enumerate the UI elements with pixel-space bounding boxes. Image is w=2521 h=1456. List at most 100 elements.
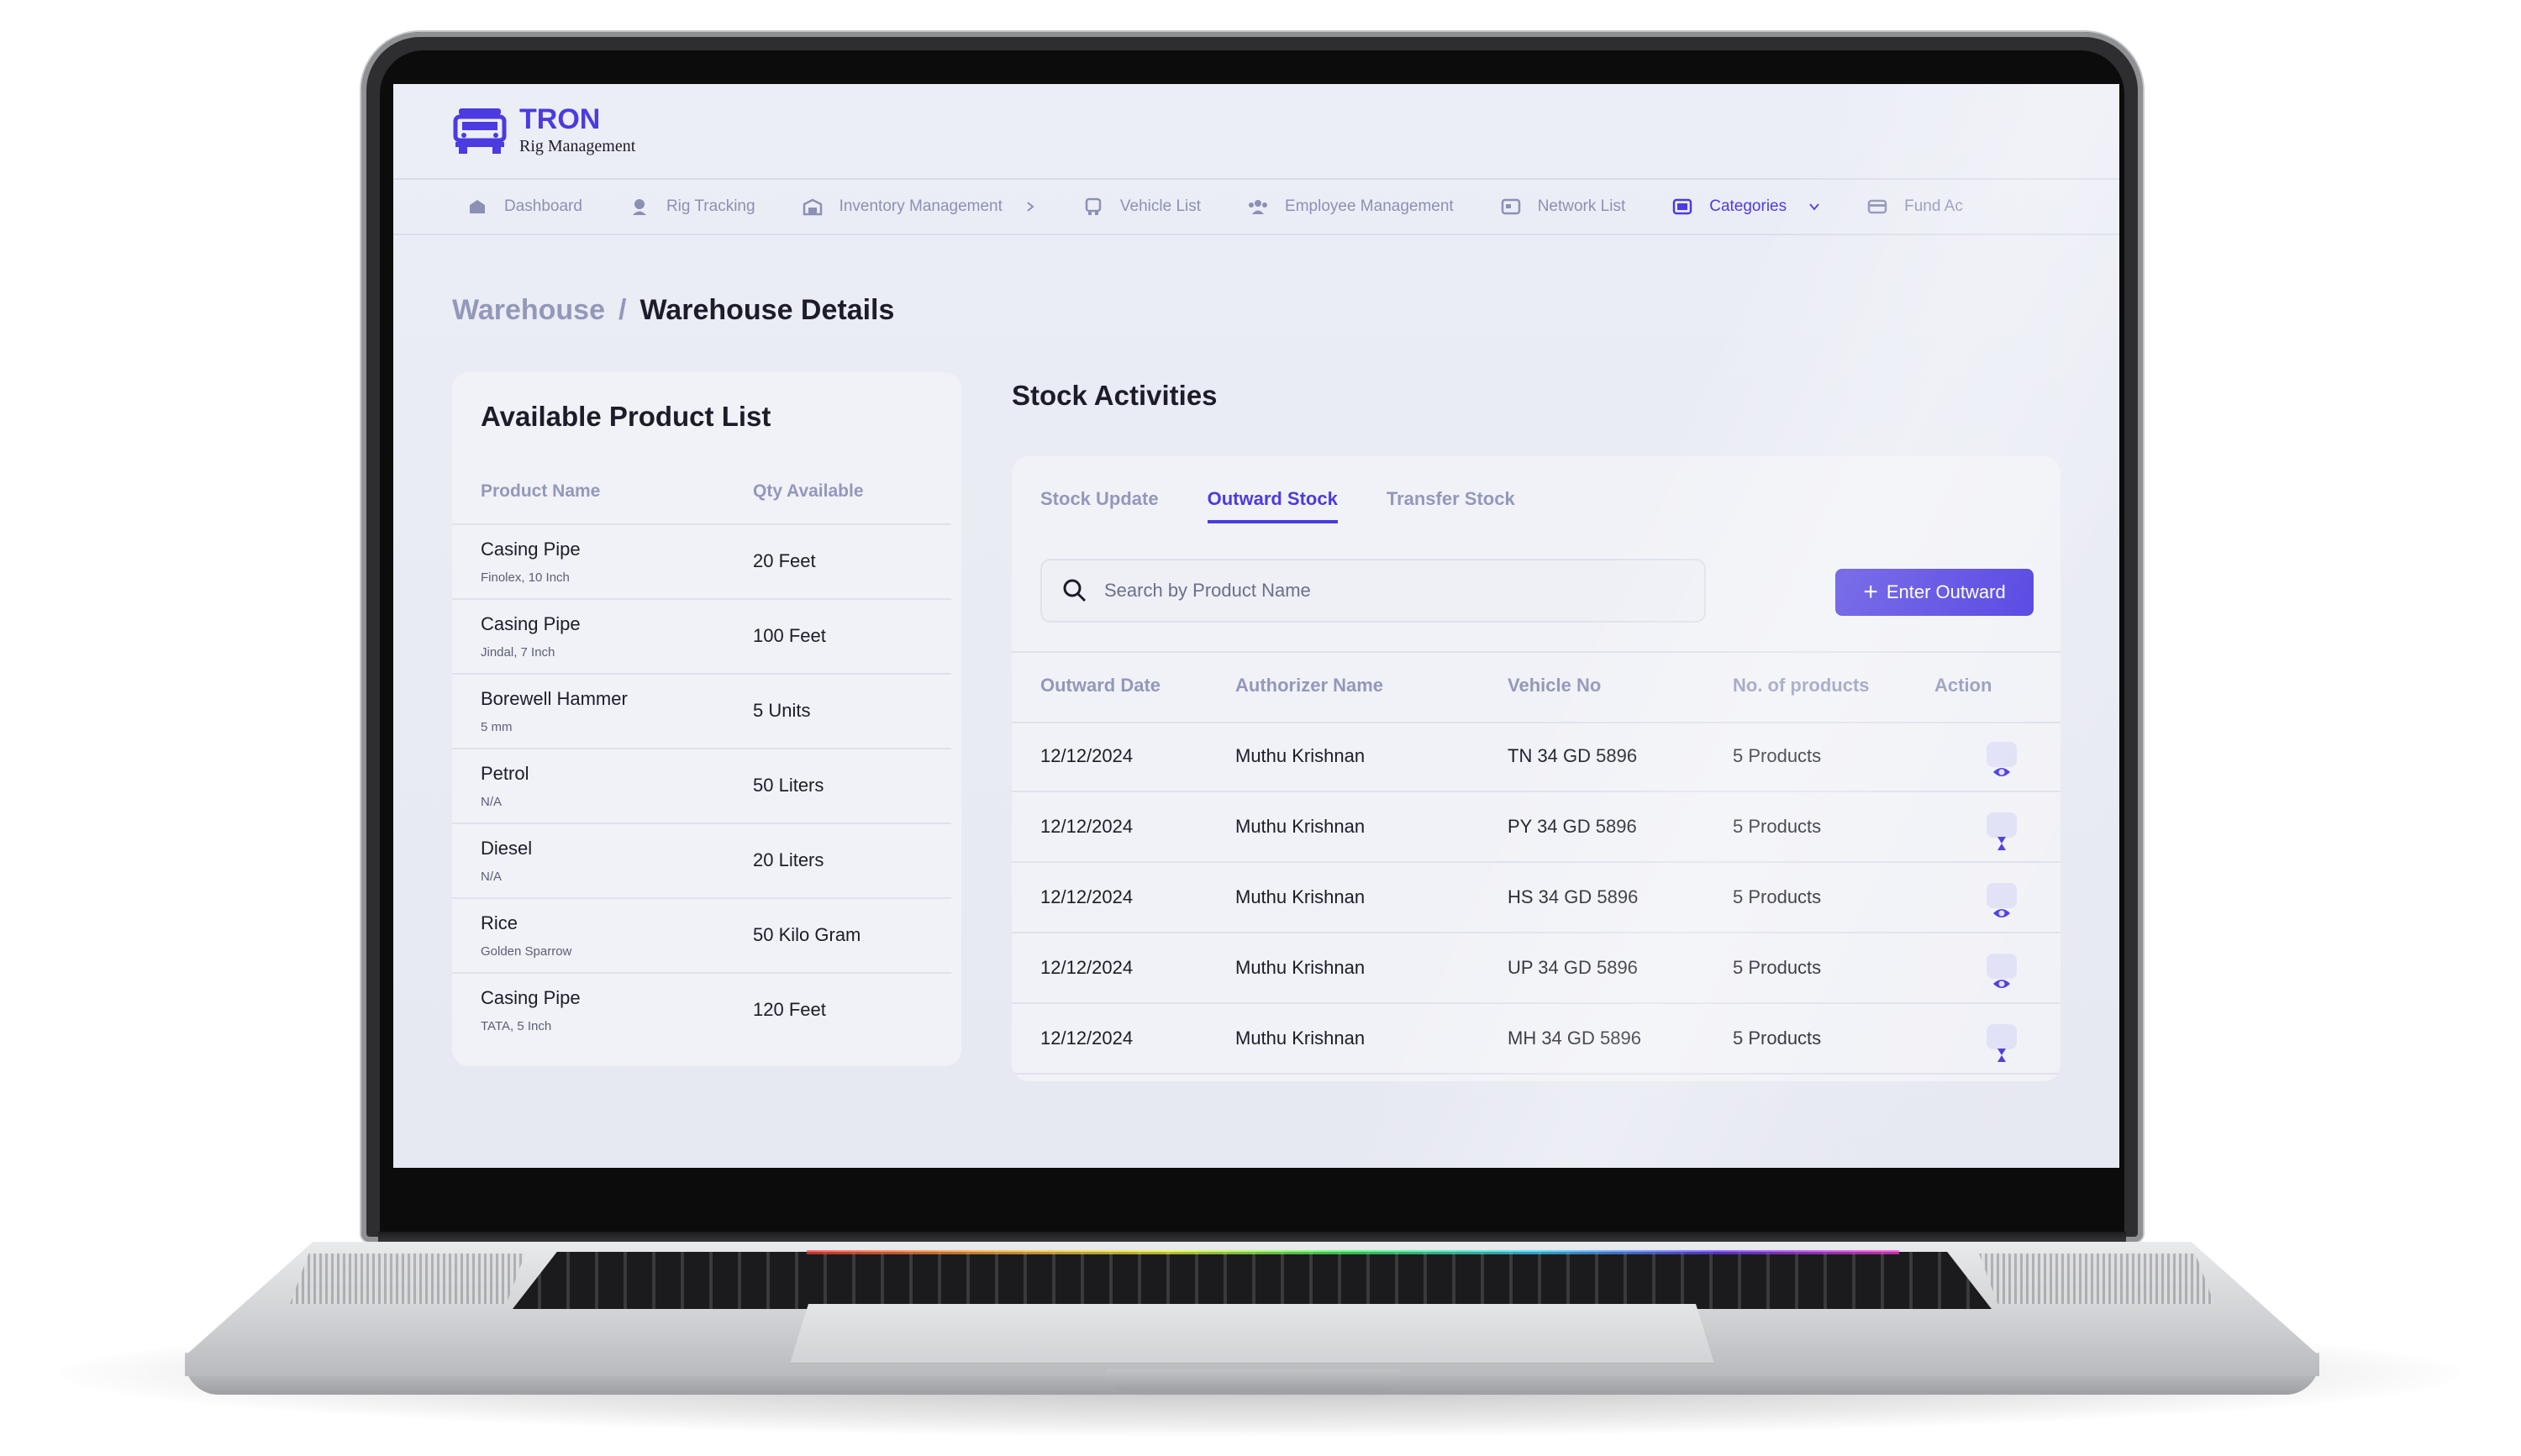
product-qty: 100 Feet [753, 625, 826, 646]
cell-outward-date: 12/12/2024 [1040, 816, 1134, 837]
search-box [1040, 559, 1706, 623]
vehicle-icon [1085, 197, 1102, 215]
app-screen: TRON Rig Management Dashboard Rig Tracki… [393, 84, 2119, 1168]
product-qty: 120 Feet [753, 999, 826, 1020]
product-qty: 5 Units [753, 700, 811, 721]
cell-outward-date: 12/12/2024 [1040, 957, 1134, 978]
categories-icon [1672, 198, 1692, 215]
cell-vehicle-no: MH 34 GD 5896 [1508, 1028, 1641, 1049]
cell-authorizer: Muthu Krishnan [1235, 957, 1366, 978]
table-row: 12/12/2024 Muthu Krishnan UP 34 GD 5896 5 P… [1012, 933, 2060, 1004]
product-description: TATA, 5 Inch [481, 1019, 552, 1033]
nav-item-categories[interactable]: Categories [1672, 197, 1820, 216]
product-row[interactable]: Rice Golden Sparrow 50 Kilo Gram [452, 897, 951, 973]
pending-action-button[interactable] [1987, 812, 2017, 850]
speaker-left [290, 1254, 525, 1304]
enter-outward-button[interactable]: + Enter Outward [1835, 569, 2034, 616]
eye-icon [1992, 907, 2011, 920]
product-row[interactable]: Diesel N/A 20 Liters [452, 823, 951, 898]
cell-authorizer: Muthu Krishnan [1235, 816, 1366, 837]
product-list-card: Available Product List Product Name Qty … [452, 372, 961, 1066]
column-header-products: No. of products [1733, 675, 1870, 696]
product-name: Petrol [481, 763, 529, 784]
cell-products: 5 Products [1733, 886, 1822, 907]
product-description: 5 mm [481, 720, 513, 734]
cell-products: 5 Products [1733, 745, 1822, 766]
nav-label: Vehicle List [1119, 197, 1202, 215]
product-row[interactable]: Casing Pipe Jindal, 7 Inch 100 Feet [452, 598, 951, 674]
cell-outward-date: 12/12/2024 [1040, 886, 1134, 907]
breadcrumb: Warehouse / Warehouse Details [452, 294, 894, 327]
product-row[interactable]: Casing Pipe Finolex, 10 Inch 20 Feet [452, 523, 951, 599]
cell-vehicle-no: UP 34 GD 5896 [1508, 957, 1638, 978]
chevron-right-icon [1027, 202, 1034, 212]
plus-icon: + [1863, 578, 1878, 606]
hourglass-icon [1997, 1048, 2007, 1063]
product-name: Rice [481, 912, 518, 933]
column-header-outward-date: Outward Date [1040, 675, 1161, 696]
view-action-button[interactable] [1987, 742, 2017, 776]
view-action-button[interactable] [1987, 883, 2017, 917]
laptop-trackpad [790, 1304, 1714, 1364]
column-header-authorizer: Authorizer Name [1235, 675, 1384, 696]
pending-action-button[interactable] [1987, 1024, 2017, 1062]
breadcrumb-separator: / [618, 294, 627, 326]
nav-item-dashboard[interactable]: Dashboard [467, 197, 582, 216]
cell-outward-date: 12/12/2024 [1040, 1028, 1134, 1049]
laptop-front-notch [1106, 1369, 1400, 1391]
product-description: Finolex, 10 Inch [481, 570, 570, 585]
product-description: N/A [481, 795, 503, 809]
outward-table-header: Outward Date Authorizer Name Vehicle No … [1012, 651, 2060, 723]
enter-outward-label: Enter Outward [1886, 581, 2006, 602]
brand-name: TRON [519, 103, 601, 135]
breadcrumb-parent[interactable]: Warehouse [452, 294, 605, 326]
keyboard-backlight [807, 1250, 1899, 1254]
column-header-action: Action [1934, 675, 1992, 696]
nav-item-employee[interactable]: Employee Management [1248, 197, 1454, 216]
tab-outward-stock[interactable]: Outward Stock [1207, 488, 1338, 523]
chevron-down-icon [1809, 203, 1819, 211]
product-row[interactable]: Borewell Hammer 5 mm 5 Units [452, 673, 951, 749]
cell-vehicle-no: HS 34 GD 5896 [1508, 886, 1639, 907]
product-row[interactable]: Petrol N/A 50 Liters [452, 748, 951, 823]
fund-icon [1867, 199, 1887, 214]
stock-activities-title: Stock Activities [1012, 380, 1218, 411]
laptop-keyboard [513, 1252, 1992, 1309]
search-input[interactable] [1103, 579, 1677, 602]
nav-item-inventory[interactable]: Inventory Management [803, 197, 1036, 216]
view-action-button[interactable] [1987, 954, 2017, 988]
product-name: Casing Pipe [481, 613, 581, 634]
column-header-vehicle-no: Vehicle No [1508, 675, 1602, 696]
table-row: 12/12/2024 Muthu Krishnan HS 34 GD 5896 5 P… [1012, 863, 2060, 933]
product-list-title: Available Product List [481, 401, 771, 432]
product-description: Jindal, 7 Inch [481, 645, 555, 660]
column-header-product-name: Product Name [481, 481, 601, 501]
product-name: Casing Pipe [481, 987, 581, 1008]
nav-label: Network List [1537, 197, 1626, 215]
cell-authorizer: Muthu Krishnan [1235, 1028, 1366, 1049]
page-title: Warehouse Details [639, 294, 895, 326]
product-qty: 20 Feet [753, 550, 816, 571]
brand-tagline: Rig Management [519, 137, 636, 155]
truck-logo-icon [453, 108, 507, 154]
brand[interactable]: TRON Rig Management [452, 104, 635, 156]
tab-transfer-stock[interactable]: Transfer Stock [1387, 488, 1515, 523]
nav-item-network-list[interactable]: Network List [1501, 197, 1626, 216]
rig-tracking-icon [632, 199, 646, 215]
cell-products: 5 Products [1733, 957, 1822, 978]
inventory-icon [803, 198, 822, 216]
table-row: 12/12/2024 Muthu Krishnan PY 34 GD 5896 5 P… [1012, 792, 2060, 863]
product-name: Casing Pipe [481, 539, 581, 560]
network-icon [1501, 198, 1520, 215]
nav-item-rig-tracking[interactable]: Rig Tracking [629, 197, 755, 216]
nav-item-fund[interactable]: Fund Ac [1867, 197, 1963, 216]
product-row[interactable]: Casing Pipe TATA, 5 Inch 120 Feet [452, 972, 951, 1048]
product-description: N/A [481, 870, 503, 884]
table-row: 12/12/2024 Muthu Krishnan TN 34 GD 5896 5 P… [1012, 722, 2060, 792]
nav-label: Dashboard [504, 197, 582, 215]
nav-label: Employee Management [1285, 197, 1454, 215]
tab-stock-update[interactable]: Stock Update [1040, 488, 1159, 523]
nav-item-vehicle-list[interactable]: Vehicle List [1083, 197, 1201, 216]
search-icon [1063, 579, 1087, 602]
product-qty: 50 Liters [753, 775, 824, 796]
